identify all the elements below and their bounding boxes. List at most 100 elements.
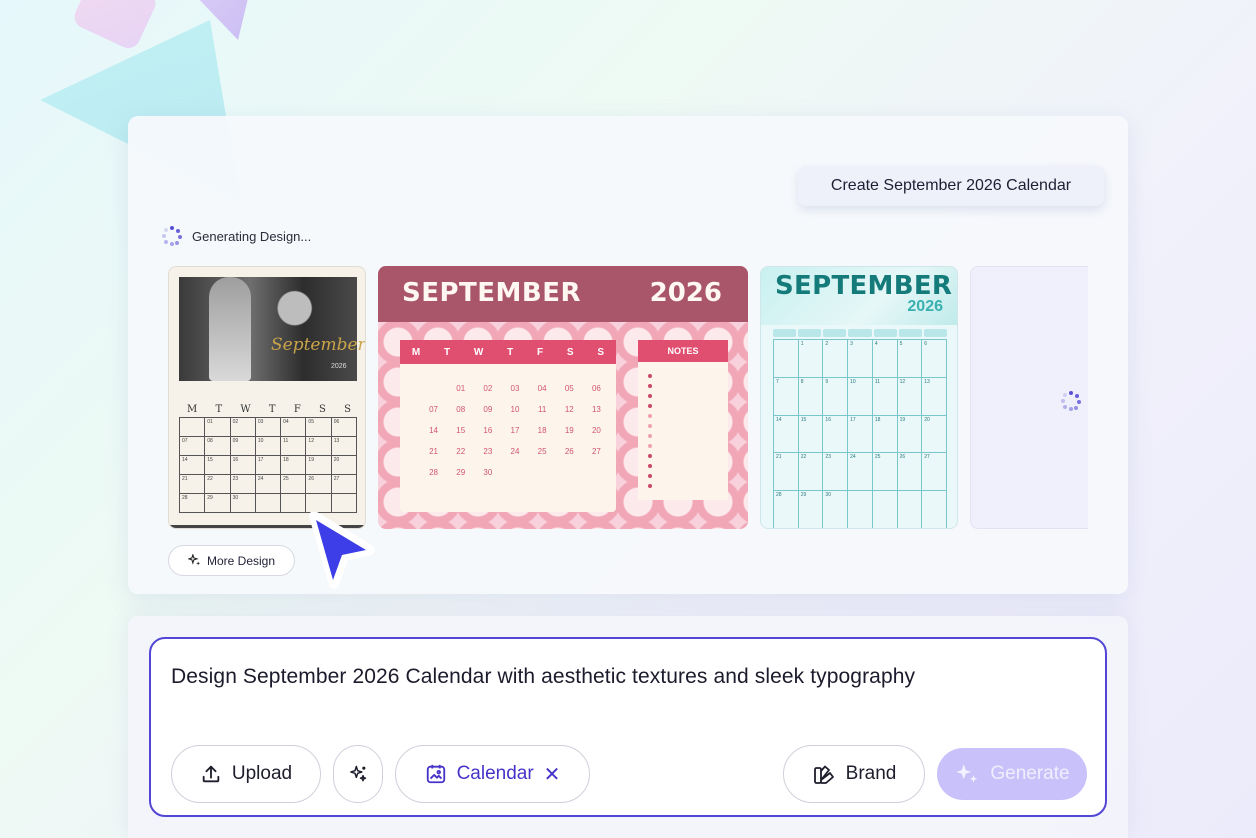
- day-cell: 23: [823, 453, 849, 492]
- day-cell: 20: [922, 415, 947, 454]
- day-cell: 11: [872, 377, 898, 416]
- day-cell: 10: [255, 437, 282, 456]
- day-cell: 13: [922, 377, 947, 416]
- day-cell: 16: [823, 415, 849, 454]
- calendar-photo: September 2026: [179, 277, 365, 381]
- design-card-teal-calendar[interactable]: SEPTEMBER 2026 1 2 3 4 5 6 7 8 9 10 11 12 13 14 15 16 17…: [760, 266, 958, 529]
- day-cell: 25: [281, 475, 307, 494]
- day-cell: 17: [848, 415, 873, 454]
- day-cell: 01: [456, 384, 466, 393]
- day-cell: 5: [897, 340, 923, 378]
- day-cell: 12: [564, 405, 574, 414]
- decor-shape-purple: [190, 0, 250, 40]
- day-cell: [583, 468, 610, 478]
- day-cell: 14: [429, 426, 439, 435]
- weekday-label: F: [293, 404, 301, 415]
- day-cell: 15: [205, 456, 231, 475]
- upload-icon: [202, 765, 220, 783]
- day-cell: 19: [564, 426, 574, 435]
- weekday-label: W: [240, 404, 251, 415]
- calendar-image-icon: [426, 764, 445, 784]
- weekday-label: M: [411, 346, 421, 358]
- day-cell: 11: [281, 437, 307, 456]
- design-card-loading: [970, 266, 1088, 529]
- day-cell: [281, 494, 307, 513]
- day-cell: 28: [180, 494, 206, 513]
- day-cell: 12: [897, 377, 923, 416]
- calendar-chip[interactable]: Calendar ✕: [395, 745, 590, 803]
- day-cell: 28: [774, 491, 799, 528]
- day-cell: [255, 494, 282, 513]
- day-cell: [180, 418, 206, 437]
- day-cell: 13: [331, 437, 357, 456]
- day-cell: 07: [429, 405, 439, 414]
- calendar-chip-label: Calendar: [456, 763, 534, 784]
- card3-grid: 1 2 3 4 5 6 7 8 9 10 11 12 13 14 15 16 17 18 19 20 21 22 23 24 2…: [773, 339, 947, 528]
- prompt-history-pill: Create September 2026 Calendar: [798, 166, 1104, 206]
- weekday-label: T: [215, 404, 223, 415]
- day-cell: [306, 494, 332, 513]
- day-cell: 30: [230, 494, 256, 513]
- card2-year: 2026: [649, 278, 722, 308]
- day-cell: 04: [537, 384, 547, 393]
- day-cell: 06: [331, 418, 357, 437]
- day-cell: 06: [591, 384, 601, 393]
- design-cards-row: September 2026 MTWTFSS 01 02 03 04 05 06 07 08 0…: [168, 266, 1088, 529]
- generate-button[interactable]: Generate: [937, 748, 1087, 800]
- day-cell: 03: [510, 384, 520, 393]
- day-cell: 30: [823, 491, 849, 528]
- prompt-history-text: Create September 2026 Calendar: [830, 177, 1072, 194]
- magic-enhance-button[interactable]: [333, 745, 383, 803]
- day-cell: 27: [922, 453, 947, 492]
- more-design-button[interactable]: More Design: [168, 545, 295, 576]
- close-icon[interactable]: ✕: [544, 762, 561, 787]
- day-cell: [556, 468, 583, 478]
- prompt-panel: Design September 2026 Calendar with aest…: [128, 616, 1128, 838]
- upload-button[interactable]: Upload: [171, 745, 321, 803]
- day-cell: 09: [230, 437, 256, 456]
- day-cell: 16: [230, 456, 256, 475]
- prompt-input-box[interactable]: Design September 2026 Calendar with aest…: [149, 637, 1107, 817]
- day-cell: 27: [331, 475, 357, 494]
- day-cell: 15: [456, 426, 466, 435]
- weekday-label: T: [507, 346, 514, 358]
- weekday-label: W: [473, 346, 484, 358]
- generate-label: Generate: [990, 763, 1070, 784]
- more-design-label: More Design: [206, 553, 276, 568]
- loading-spinner-icon: [1061, 391, 1081, 411]
- day-cell: 03: [255, 418, 282, 437]
- generation-status: Generating Design...: [162, 226, 311, 246]
- weekday-label: T: [444, 346, 451, 358]
- sparkle-icon: [956, 764, 978, 783]
- design-card-pink-calendar[interactable]: SEPTEMBER 2026 MTWTFSS 01 02 03 04 05 06 07 08 0…: [378, 266, 748, 529]
- design-card-photo-calendar[interactable]: September 2026 M T W T F S S 01 02 03 04 05 06 07 08 0…: [168, 266, 366, 529]
- card2-notes-label: NOTES: [638, 340, 728, 362]
- day-cell: 11: [537, 405, 547, 414]
- day-cell: 05: [564, 384, 574, 393]
- weekday-label: S: [566, 346, 574, 358]
- day-cell: 02: [483, 384, 493, 393]
- weekday-label: S: [344, 404, 351, 415]
- day-cell: 26: [897, 453, 923, 492]
- day-cell: 08: [205, 437, 231, 456]
- weekday-label: S: [319, 404, 326, 415]
- day-cell: 23: [483, 447, 493, 456]
- day-cell: 17: [255, 456, 282, 475]
- day-cell: 30: [483, 468, 493, 477]
- day-cell: 29: [456, 468, 466, 477]
- day-cell: [420, 384, 447, 394]
- day-cell: [501, 468, 528, 478]
- card2-days: 01 02 03 04 05 06 07 08 09 10 11 12 13 14 15 16 17 18 19 20…: [420, 384, 610, 478]
- day-cell: 25: [872, 453, 898, 492]
- day-cell: [774, 340, 799, 378]
- card1-weekdays: MTWTFSS: [181, 404, 357, 415]
- card3-year: 2026: [907, 298, 943, 315]
- day-cell: 4: [872, 340, 898, 378]
- day-cell: 10: [848, 377, 873, 416]
- prompt-input-text[interactable]: Design September 2026 Calendar with aest…: [171, 665, 915, 689]
- day-cell: 27: [591, 447, 601, 456]
- brand-button[interactable]: Brand: [783, 745, 925, 803]
- card1-year: 2026: [331, 363, 347, 370]
- card2-calendar: M T W T F S S 01 02 03 04 05 06 07 08 09 10 11 12 13 14 15 16…: [400, 340, 616, 512]
- day-cell: 19: [306, 456, 332, 475]
